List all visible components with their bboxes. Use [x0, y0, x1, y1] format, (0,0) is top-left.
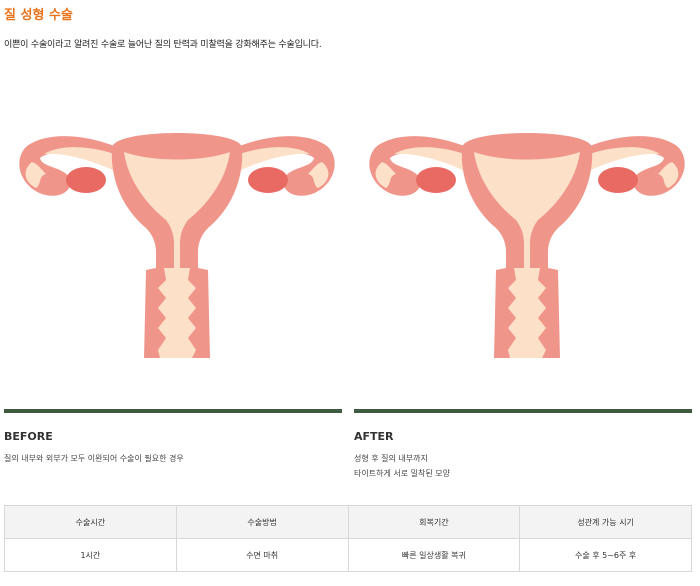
surgery-info-table: 수술시간 수술방법 회복기간 성관계 가능 시기 1시간 수면 마취 빠른 일상… — [4, 505, 692, 572]
value-intercourse-timing: 수술 후 5~6주 후 — [519, 538, 692, 572]
before-description-line: 질의 내부와 외부가 모두 이완되어 수술이 필요한 경우 — [4, 454, 184, 463]
value-recovery-period: 빠른 일상생활 복귀 — [347, 538, 521, 572]
page: 질 성형 수술 이쁜이 수술이라고 알려진 수술로 늘어난 질의 탄력과 미찰력… — [0, 0, 700, 586]
header-surgery-time: 수술시간 — [4, 505, 177, 539]
value-surgery-method: 수면 마취 — [175, 538, 349, 572]
table-header-row: 수술시간 수술방법 회복기간 성관계 가능 시기 — [4, 505, 692, 539]
after-illustration — [369, 133, 685, 358]
before-divider-bar — [4, 409, 342, 413]
value-surgery-time: 1시간 — [4, 538, 177, 572]
before-heading: BEFORE — [4, 430, 53, 443]
before-description: 질의 내부와 외부가 모두 이완되어 수술이 필요한 경우 — [4, 451, 184, 466]
after-description-line: 타이트하게 서로 밀착된 모양 — [354, 469, 450, 478]
after-heading: AFTER — [354, 430, 394, 443]
page-description: 이쁜이 수술이라고 알려진 수술로 늘어난 질의 탄력과 미찰력을 강화해주는 … — [4, 40, 322, 50]
page-title: 질 성형 수술 — [4, 8, 73, 23]
after-divider-bar — [354, 409, 692, 413]
before-illustration — [19, 133, 335, 358]
header-recovery-period: 회복기간 — [347, 505, 521, 539]
header-surgery-method: 수술방법 — [175, 505, 349, 539]
header-intercourse-timing: 성관계 가능 시기 — [519, 505, 692, 539]
after-description: 성형 후 질의 내부까지 타이트하게 서로 밀착된 모양 — [354, 451, 450, 481]
after-description-line: 성형 후 질의 내부까지 — [354, 454, 428, 463]
table-row: 1시간 수면 마취 빠른 일상생활 복귀 수술 후 5~6주 후 — [4, 538, 692, 572]
